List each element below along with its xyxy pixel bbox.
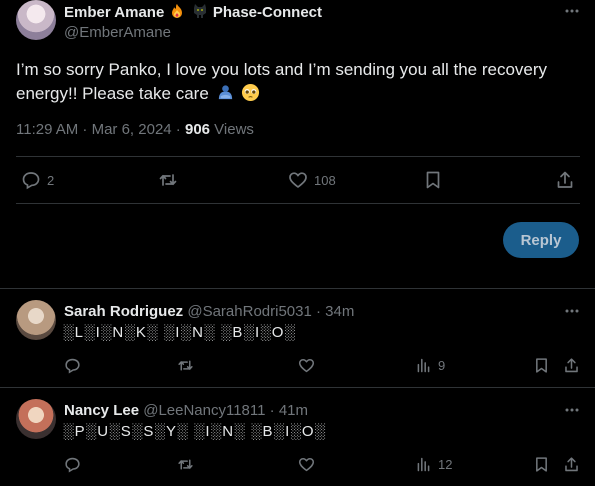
tweet-timestamp[interactable]: 11:29 AM · Mar 6, 2024 · 906 Views xyxy=(16,121,254,138)
reply-author-handle[interactable]: @LeeNancy11811 xyxy=(143,402,265,419)
like-icon[interactable] xyxy=(298,357,315,374)
avatar[interactable] xyxy=(16,399,56,439)
divider xyxy=(16,203,580,204)
reply-icon[interactable] xyxy=(64,456,81,473)
tweet-text: I’m so sorry Panko, I love you lots and … xyxy=(16,58,576,106)
reply-count: 2 xyxy=(47,172,55,188)
author-affiliation: Phase-Connect xyxy=(212,4,323,21)
reply-header: Nancy Lee @LeeNancy11811 · 41m xyxy=(64,402,308,419)
analytics-icon xyxy=(417,457,430,472)
reply-author-name[interactable]: Nancy Lee xyxy=(64,402,139,419)
like-icon[interactable] xyxy=(298,456,315,473)
share-icon[interactable] xyxy=(563,456,580,473)
author-name[interactable]: Ember Amane Phase-Connect xyxy=(64,3,322,21)
avatar[interactable] xyxy=(16,300,56,340)
more-icon[interactable] xyxy=(563,302,581,320)
bookmark-icon[interactable] xyxy=(423,170,443,190)
views-action[interactable]: 12 xyxy=(415,456,452,473)
reply-icon xyxy=(22,172,40,190)
more-icon[interactable] xyxy=(563,2,581,20)
divider xyxy=(0,387,595,388)
reply-text: ░P░U░S░S░Y░ ░I░N░ ░B░I░O░ xyxy=(63,423,327,440)
divider xyxy=(0,288,595,289)
tweet-text-line2: energy!! Please take care xyxy=(16,84,209,103)
cat-emoji-icon xyxy=(193,4,206,18)
retweet-icon[interactable] xyxy=(177,357,194,374)
views-count: 12 xyxy=(438,457,453,472)
reply-author-name[interactable]: Sarah Rodriguez xyxy=(64,303,183,320)
views-label: Views xyxy=(210,121,254,138)
like-count: 108 xyxy=(314,172,336,188)
views-action[interactable]: 9 xyxy=(415,357,445,374)
reply-text: ░L░I░N░K░ ░I░N░ ░B░I░O░ xyxy=(63,324,297,341)
reply-button[interactable]: Reply xyxy=(503,222,579,258)
more-icon[interactable] xyxy=(563,401,581,419)
fire-emoji-icon xyxy=(172,4,183,18)
author-handle[interactable]: @EmberAmane xyxy=(64,24,171,41)
share-icon[interactable] xyxy=(563,357,580,374)
like-icon xyxy=(289,172,307,188)
like-action[interactable]: 108 xyxy=(288,170,336,190)
retweet-icon xyxy=(159,174,177,186)
author-display-name: Ember Amane xyxy=(64,4,165,21)
hug-emoji-icon xyxy=(218,85,232,100)
views-count: 906 xyxy=(184,121,211,138)
reply-author-handle[interactable]: @SarahRodri5031 xyxy=(187,303,311,320)
reply-action[interactable]: 2 xyxy=(21,170,54,190)
tweet-text-line1: I’m so sorry Panko, I love you lots and … xyxy=(16,60,548,79)
reply-time[interactable]: · 34m xyxy=(316,303,354,320)
views-count: 9 xyxy=(438,358,446,373)
retweet-icon[interactable] xyxy=(177,456,194,473)
tweet-time: 11:29 AM · Mar 6, 2024 · xyxy=(16,121,185,138)
reply-time[interactable]: · 41m xyxy=(270,402,308,419)
retweet-action[interactable] xyxy=(158,170,184,190)
divider xyxy=(16,156,580,157)
share-icon[interactable] xyxy=(555,170,575,190)
bookmark-icon[interactable] xyxy=(533,357,550,374)
bookmark-icon[interactable] xyxy=(533,456,550,473)
reply-header: Sarah Rodriguez @SarahRodri5031 · 34m xyxy=(64,303,354,320)
pleading-face-emoji-icon xyxy=(242,83,260,102)
reply-icon[interactable] xyxy=(64,357,81,374)
analytics-icon xyxy=(417,358,430,373)
author-avatar[interactable] xyxy=(16,0,56,40)
